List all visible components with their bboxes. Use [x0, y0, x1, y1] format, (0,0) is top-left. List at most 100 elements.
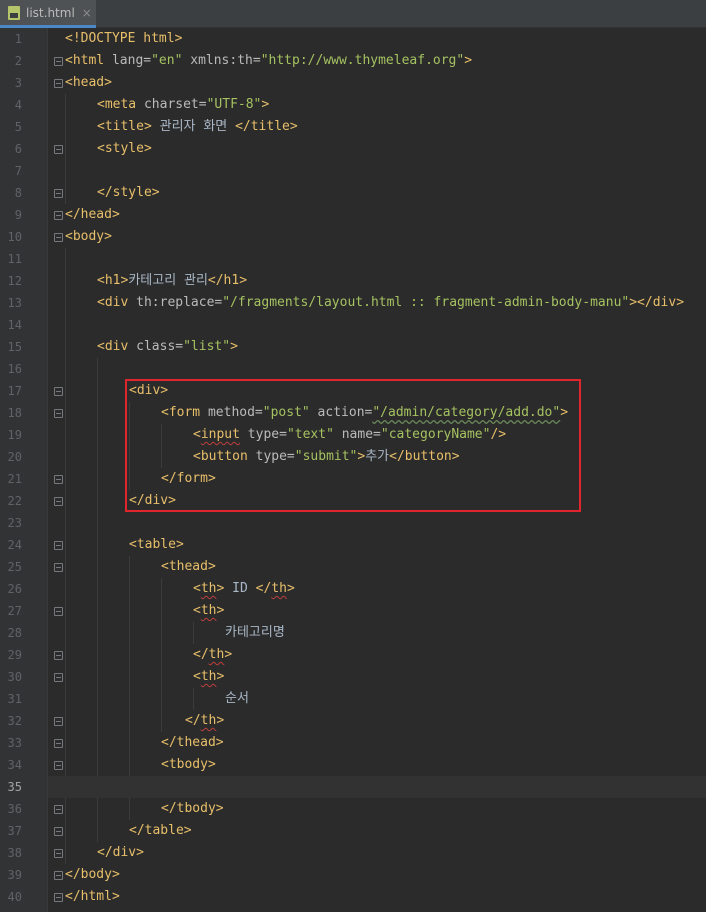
- editor-tab-bar: list.html ×: [0, 0, 706, 28]
- code-token-txt: 카테고리 관리: [128, 273, 208, 288]
- code-line[interactable]: </th>: [48, 710, 706, 732]
- line-number: 12: [7, 274, 22, 288]
- code-token-val: "/admin/category/add.do": [372, 405, 561, 420]
- code-token-tag: <th>: [193, 603, 225, 618]
- line-number: 20: [7, 450, 22, 464]
- code-token-tag: <th>: [193, 581, 225, 596]
- code-line[interactable]: <input type="text" name="categoryName"/>: [48, 424, 706, 446]
- code-line[interactable]: <button type="submit">추가</button>: [48, 446, 706, 468]
- code-line[interactable]: 카테고리명: [48, 622, 706, 644]
- code-line[interactable]: <th>: [48, 600, 706, 622]
- warning-underline: input: [200, 427, 240, 442]
- code-token-tag: </div>: [129, 493, 176, 508]
- code-line[interactable]: <tbody>: [48, 754, 706, 776]
- code-line[interactable]: </table>: [48, 820, 706, 842]
- code-token-tag: >: [560, 405, 569, 420]
- code-token-val: "UTF-8": [206, 97, 262, 112]
- code-token-txt: 관리자 화면: [151, 119, 236, 134]
- code-token-tag: </title>: [235, 119, 298, 134]
- line-number: 21: [7, 472, 22, 486]
- code-line[interactable]: [48, 314, 706, 336]
- code-token-val: "categoryName": [380, 427, 491, 442]
- line-number: 29: [7, 648, 22, 662]
- code-line[interactable]: <div class="list">: [48, 336, 706, 358]
- tab-filename: list.html: [26, 5, 75, 20]
- line-number: 9: [14, 208, 22, 222]
- line-number: 8: [14, 186, 22, 200]
- code-line[interactable]: </html>: [48, 886, 706, 908]
- tab-list-html[interactable]: list.html ×: [0, 0, 96, 28]
- code-line[interactable]: </th>: [48, 644, 706, 666]
- code-token-val: "http://www.thymeleaf.org": [260, 53, 465, 68]
- code-line[interactable]: [48, 512, 706, 534]
- code-line[interactable]: </div>: [48, 490, 706, 512]
- code-editor[interactable]: <!DOCTYPE html> <html lang="en" xmlns:th=…: [48, 28, 706, 912]
- code-line[interactable]: <h1>카테고리 관리</h1>: [48, 270, 706, 292]
- code-token-tag: <title>: [97, 119, 152, 134]
- code-line[interactable]: <th>: [48, 666, 706, 688]
- code-line[interactable]: <form method="post" action="/admin/categ…: [48, 402, 706, 424]
- code-token-tag: <div: [97, 295, 137, 310]
- code-line[interactable]: </form>: [48, 468, 706, 490]
- code-token-tag: </tbody>: [161, 801, 224, 816]
- code-token-tag: </h1>: [207, 273, 248, 288]
- code-line[interactable]: <style>: [48, 138, 706, 160]
- code-line[interactable]: <head>: [48, 72, 706, 94]
- code-line[interactable]: </thead>: [48, 732, 706, 754]
- code-token-tag: <tbody>: [161, 757, 216, 772]
- warning-underline: th: [200, 581, 217, 596]
- code-token-val: "post": [262, 405, 310, 420]
- close-icon[interactable]: ×: [82, 6, 92, 20]
- code-line[interactable]: <html lang="en" xmlns:th="http://www.thy…: [48, 50, 706, 72]
- code-line[interactable]: <div>: [48, 380, 706, 402]
- code-token-tag: <style>: [97, 141, 152, 156]
- code-line[interactable]: </body>: [48, 864, 706, 886]
- code-line[interactable]: </head>: [48, 204, 706, 226]
- code-token-tag: <form: [161, 405, 208, 420]
- code-token-attr: method=: [207, 405, 263, 420]
- code-line[interactable]: <th> ID </th>: [48, 578, 706, 600]
- warning-underline: th: [271, 581, 287, 596]
- code-token-tag: <div>: [129, 383, 169, 398]
- code-token-tag: </style>: [97, 185, 160, 200]
- code-line[interactable]: [48, 160, 706, 182]
- code-line[interactable]: <body>: [48, 226, 706, 248]
- code-line[interactable]: [48, 358, 706, 380]
- code-line[interactable]: <meta charset="UTF-8">: [48, 94, 706, 116]
- code-line[interactable]: [48, 248, 706, 270]
- code-line[interactable]: </tbody>: [48, 798, 706, 820]
- line-number-gutter[interactable]: 1 2 3 4 5 6 7 8 9 10 11 12 13 14 15 16 17 18 19 20 21 22 23 24 2…: [0, 28, 63, 912]
- code-line[interactable]: <!DOCTYPE html>: [48, 28, 706, 50]
- code-token-tag: </head>: [65, 207, 120, 222]
- warning-underline: th: [208, 647, 225, 662]
- code-token-tag: </div>: [97, 845, 144, 860]
- line-number: 17: [7, 384, 22, 398]
- code-line[interactable]: </div>: [48, 842, 706, 864]
- code-token-txt: 추가: [365, 449, 390, 464]
- code-token-attr: lang=: [111, 53, 152, 68]
- code-token-doctype: <!DOCTYPE html>: [65, 31, 183, 46]
- code-line[interactable]: 순서: [48, 688, 706, 710]
- code-token-tag: <th>: [193, 669, 225, 684]
- code-token-tag: />: [490, 427, 507, 442]
- code-line[interactable]: </style>: [48, 182, 706, 204]
- code-line[interactable]: <div th:replace="/fragments/layout.html …: [48, 292, 706, 314]
- code-line[interactable]: <title> 관리자 화면 </title>: [48, 116, 706, 138]
- code-token-tag: ></div>: [629, 295, 685, 310]
- line-number: 19: [7, 428, 22, 442]
- line-number: 3: [14, 76, 22, 90]
- line-number: 13: [7, 296, 22, 310]
- line-number: 38: [7, 846, 22, 860]
- line-number: 16: [7, 362, 22, 376]
- code-line[interactable]: [48, 776, 706, 798]
- line-number: 2: [14, 54, 22, 68]
- code-token-tag: </html>: [65, 889, 120, 904]
- code-token-val: "text": [286, 427, 334, 442]
- code-token-txt: ID: [224, 581, 256, 596]
- line-number: 23: [7, 516, 22, 530]
- code-line[interactable]: <thead>: [48, 556, 706, 578]
- code-token-tag: <button: [193, 449, 256, 464]
- code-token-tag: <h1>: [97, 273, 129, 288]
- code-line[interactable]: <table>: [48, 534, 706, 556]
- code-token-tag: </th>: [193, 647, 233, 662]
